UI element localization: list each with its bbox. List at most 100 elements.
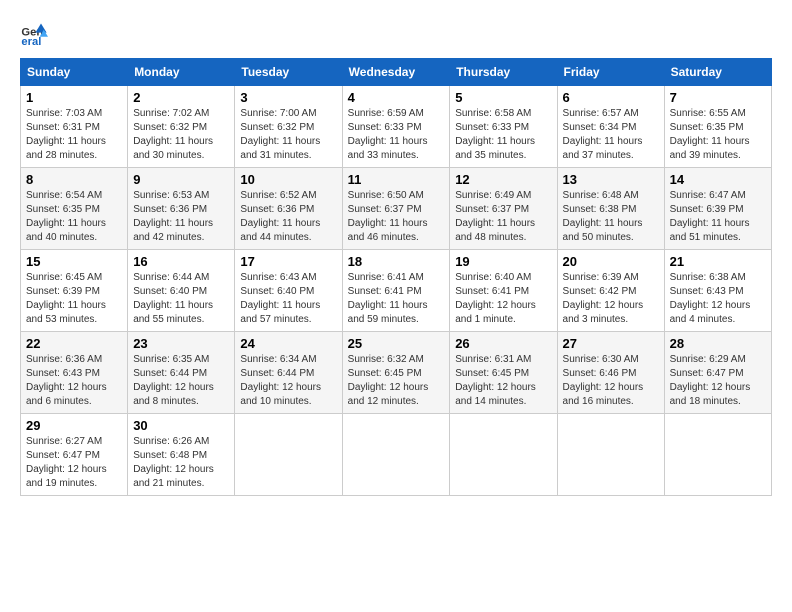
calendar-day-cell: 22 Sunrise: 6:36 AM Sunset: 6:43 PM Dayl… <box>21 332 128 414</box>
day-number: 14 <box>670 172 766 187</box>
day-number: 30 <box>133 418 229 433</box>
day-number: 21 <box>670 254 766 269</box>
day-info: Sunrise: 6:55 AM Sunset: 6:35 PM Dayligh… <box>670 107 766 163</box>
day-info: Sunrise: 6:30 AM Sunset: 6:46 PM Dayligh… <box>563 353 659 409</box>
day-info: Sunrise: 6:53 AM Sunset: 6:36 PM Dayligh… <box>133 189 229 245</box>
day-number: 22 <box>26 336 122 351</box>
calendar-table: SundayMondayTuesdayWednesdayThursdayFrid… <box>20 58 772 496</box>
day-number: 13 <box>563 172 659 187</box>
day-number: 8 <box>26 172 122 187</box>
svg-text:eral: eral <box>21 36 41 48</box>
day-info: Sunrise: 6:54 AM Sunset: 6:35 PM Dayligh… <box>26 189 122 245</box>
page-header: Gen eral <box>20 20 772 48</box>
calendar-week-row: 22 Sunrise: 6:36 AM Sunset: 6:43 PM Dayl… <box>21 332 772 414</box>
calendar-day-cell <box>664 414 771 496</box>
calendar-day-cell: 8 Sunrise: 6:54 AM Sunset: 6:35 PM Dayli… <box>21 168 128 250</box>
calendar-day-cell: 3 Sunrise: 7:00 AM Sunset: 6:32 PM Dayli… <box>235 86 342 168</box>
day-info: Sunrise: 6:26 AM Sunset: 6:48 PM Dayligh… <box>133 435 229 491</box>
day-number: 3 <box>240 90 336 105</box>
day-number: 18 <box>348 254 445 269</box>
day-number: 12 <box>455 172 551 187</box>
day-info: Sunrise: 6:57 AM Sunset: 6:34 PM Dayligh… <box>563 107 659 163</box>
day-info: Sunrise: 6:41 AM Sunset: 6:41 PM Dayligh… <box>348 271 445 327</box>
calendar-day-cell: 13 Sunrise: 6:48 AM Sunset: 6:38 PM Dayl… <box>557 168 664 250</box>
day-info: Sunrise: 6:27 AM Sunset: 6:47 PM Dayligh… <box>26 435 122 491</box>
day-number: 10 <box>240 172 336 187</box>
calendar-day-cell: 10 Sunrise: 6:52 AM Sunset: 6:36 PM Dayl… <box>235 168 342 250</box>
day-info: Sunrise: 6:58 AM Sunset: 6:33 PM Dayligh… <box>455 107 551 163</box>
calendar-day-cell: 2 Sunrise: 7:02 AM Sunset: 6:32 PM Dayli… <box>128 86 235 168</box>
weekday-header-cell: Thursday <box>450 59 557 86</box>
calendar-day-cell: 27 Sunrise: 6:30 AM Sunset: 6:46 PM Dayl… <box>557 332 664 414</box>
day-number: 29 <box>26 418 122 433</box>
day-info: Sunrise: 6:40 AM Sunset: 6:41 PM Dayligh… <box>455 271 551 327</box>
day-info: Sunrise: 6:29 AM Sunset: 6:47 PM Dayligh… <box>670 353 766 409</box>
calendar-day-cell: 1 Sunrise: 7:03 AM Sunset: 6:31 PM Dayli… <box>21 86 128 168</box>
weekday-header-cell: Tuesday <box>235 59 342 86</box>
calendar-day-cell: 23 Sunrise: 6:35 AM Sunset: 6:44 PM Dayl… <box>128 332 235 414</box>
day-number: 19 <box>455 254 551 269</box>
day-number: 15 <box>26 254 122 269</box>
day-info: Sunrise: 6:34 AM Sunset: 6:44 PM Dayligh… <box>240 353 336 409</box>
day-number: 26 <box>455 336 551 351</box>
day-number: 27 <box>563 336 659 351</box>
calendar-day-cell <box>235 414 342 496</box>
day-number: 5 <box>455 90 551 105</box>
day-number: 28 <box>670 336 766 351</box>
day-number: 23 <box>133 336 229 351</box>
weekday-header-cell: Friday <box>557 59 664 86</box>
day-number: 6 <box>563 90 659 105</box>
calendar-day-cell: 16 Sunrise: 6:44 AM Sunset: 6:40 PM Dayl… <box>128 250 235 332</box>
day-info: Sunrise: 6:36 AM Sunset: 6:43 PM Dayligh… <box>26 353 122 409</box>
weekday-header-cell: Sunday <box>21 59 128 86</box>
day-info: Sunrise: 7:03 AM Sunset: 6:31 PM Dayligh… <box>26 107 122 163</box>
day-info: Sunrise: 6:45 AM Sunset: 6:39 PM Dayligh… <box>26 271 122 327</box>
calendar-day-cell: 30 Sunrise: 6:26 AM Sunset: 6:48 PM Dayl… <box>128 414 235 496</box>
day-info: Sunrise: 6:35 AM Sunset: 6:44 PM Dayligh… <box>133 353 229 409</box>
calendar-day-cell <box>342 414 450 496</box>
calendar-day-cell: 20 Sunrise: 6:39 AM Sunset: 6:42 PM Dayl… <box>557 250 664 332</box>
day-number: 20 <box>563 254 659 269</box>
day-info: Sunrise: 6:44 AM Sunset: 6:40 PM Dayligh… <box>133 271 229 327</box>
day-number: 11 <box>348 172 445 187</box>
calendar-day-cell: 5 Sunrise: 6:58 AM Sunset: 6:33 PM Dayli… <box>450 86 557 168</box>
weekday-header-cell: Saturday <box>664 59 771 86</box>
day-info: Sunrise: 6:59 AM Sunset: 6:33 PM Dayligh… <box>348 107 445 163</box>
day-info: Sunrise: 6:48 AM Sunset: 6:38 PM Dayligh… <box>563 189 659 245</box>
weekday-header-row: SundayMondayTuesdayWednesdayThursdayFrid… <box>21 59 772 86</box>
day-number: 2 <box>133 90 229 105</box>
calendar-day-cell: 24 Sunrise: 6:34 AM Sunset: 6:44 PM Dayl… <box>235 332 342 414</box>
calendar-day-cell: 28 Sunrise: 6:29 AM Sunset: 6:47 PM Dayl… <box>664 332 771 414</box>
day-info: Sunrise: 6:49 AM Sunset: 6:37 PM Dayligh… <box>455 189 551 245</box>
day-info: Sunrise: 6:43 AM Sunset: 6:40 PM Dayligh… <box>240 271 336 327</box>
calendar-day-cell: 6 Sunrise: 6:57 AM Sunset: 6:34 PM Dayli… <box>557 86 664 168</box>
day-info: Sunrise: 7:02 AM Sunset: 6:32 PM Dayligh… <box>133 107 229 163</box>
calendar-day-cell: 18 Sunrise: 6:41 AM Sunset: 6:41 PM Dayl… <box>342 250 450 332</box>
day-number: 9 <box>133 172 229 187</box>
calendar-body: 1 Sunrise: 7:03 AM Sunset: 6:31 PM Dayli… <box>21 86 772 496</box>
day-number: 25 <box>348 336 445 351</box>
calendar-day-cell: 19 Sunrise: 6:40 AM Sunset: 6:41 PM Dayl… <box>450 250 557 332</box>
calendar-day-cell: 21 Sunrise: 6:38 AM Sunset: 6:43 PM Dayl… <box>664 250 771 332</box>
day-info: Sunrise: 6:32 AM Sunset: 6:45 PM Dayligh… <box>348 353 445 409</box>
calendar-day-cell: 7 Sunrise: 6:55 AM Sunset: 6:35 PM Dayli… <box>664 86 771 168</box>
calendar-week-row: 15 Sunrise: 6:45 AM Sunset: 6:39 PM Dayl… <box>21 250 772 332</box>
calendar-week-row: 1 Sunrise: 7:03 AM Sunset: 6:31 PM Dayli… <box>21 86 772 168</box>
day-info: Sunrise: 6:39 AM Sunset: 6:42 PM Dayligh… <box>563 271 659 327</box>
calendar-day-cell: 26 Sunrise: 6:31 AM Sunset: 6:45 PM Dayl… <box>450 332 557 414</box>
day-number: 7 <box>670 90 766 105</box>
calendar-day-cell: 29 Sunrise: 6:27 AM Sunset: 6:47 PM Dayl… <box>21 414 128 496</box>
calendar-day-cell: 4 Sunrise: 6:59 AM Sunset: 6:33 PM Dayli… <box>342 86 450 168</box>
day-number: 24 <box>240 336 336 351</box>
day-info: Sunrise: 7:00 AM Sunset: 6:32 PM Dayligh… <box>240 107 336 163</box>
weekday-header-cell: Monday <box>128 59 235 86</box>
day-number: 1 <box>26 90 122 105</box>
calendar-day-cell: 17 Sunrise: 6:43 AM Sunset: 6:40 PM Dayl… <box>235 250 342 332</box>
day-number: 17 <box>240 254 336 269</box>
day-number: 16 <box>133 254 229 269</box>
day-number: 4 <box>348 90 445 105</box>
calendar-week-row: 8 Sunrise: 6:54 AM Sunset: 6:35 PM Dayli… <box>21 168 772 250</box>
calendar-day-cell <box>557 414 664 496</box>
calendar-day-cell <box>450 414 557 496</box>
logo: Gen eral <box>20 20 52 48</box>
